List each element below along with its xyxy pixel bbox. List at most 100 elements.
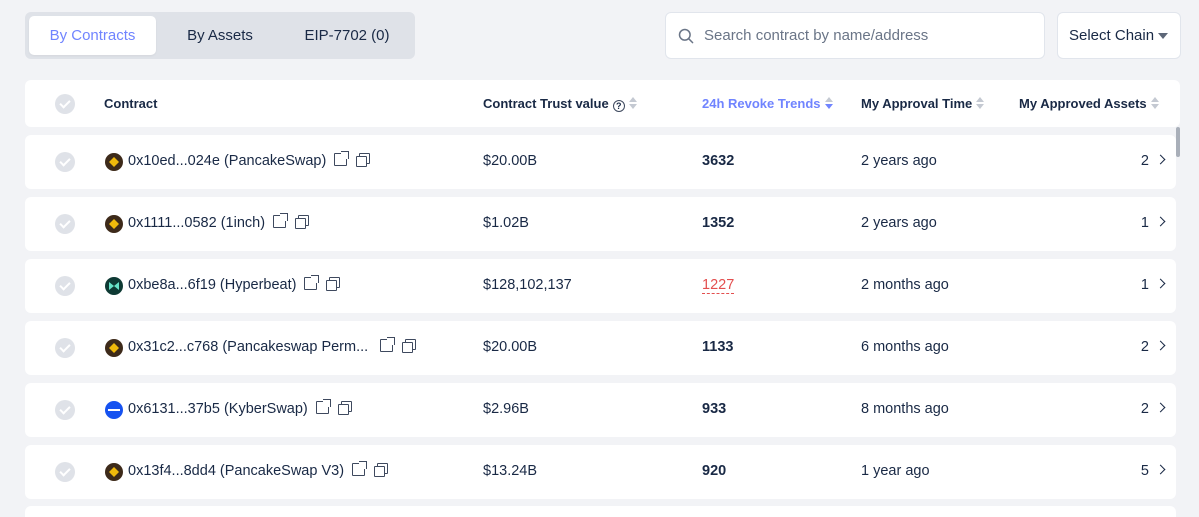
header-revoke-trends[interactable]: 24h Revoke Trends — [702, 96, 833, 111]
kyberswap-logo — [105, 401, 123, 419]
revoke-trend-value: 920 — [702, 463, 727, 479]
contract-name: 0xbe8a...6f19 (Hyperbeat) — [128, 277, 297, 293]
approved-assets-count: 1 — [1140, 277, 1149, 293]
approved-assets-count: 1 — [1140, 215, 1149, 231]
contract-cell: 0x10ed...024e (PancakeSwap) — [128, 151, 371, 169]
trust-value: $1.02B — [483, 215, 529, 231]
row-checkbox[interactable] — [55, 276, 75, 296]
help-icon[interactable]: ? — [612, 100, 625, 112]
tab-eip-7702[interactable]: EIP-7702 (0) — [287, 16, 407, 55]
approval-time: 1 year ago — [861, 463, 930, 479]
copy-icon[interactable] — [295, 215, 310, 229]
revoke-trend-value[interactable]: 1227 — [702, 277, 735, 294]
contract-name: 0x6131...37b5 (KyberSwap) — [128, 401, 308, 417]
select-all-checkbox[interactable] — [55, 94, 75, 114]
sort-icon[interactable] — [976, 97, 985, 109]
approval-time: 2 years ago — [861, 215, 937, 231]
hyperbeat-logo — [105, 277, 123, 295]
search-icon — [678, 28, 694, 44]
header-contract: Contract — [104, 96, 158, 111]
trust-value: $20.00B — [483, 339, 538, 355]
chevron-right-icon[interactable] — [1155, 402, 1166, 413]
contract-name: 0x13f4...8dd4 (PancakeSwap V3) — [128, 463, 345, 479]
trust-value: $128,102,137 — [483, 277, 572, 293]
scrollbar-thumb[interactable] — [1176, 127, 1180, 157]
pancakeswap-logo — [105, 339, 123, 357]
approved-assets-count: 2 — [1140, 339, 1149, 355]
table-row[interactable]: 0x10ed...024e (PancakeSwap) $20.00B 3632… — [25, 135, 1176, 189]
chevron-right-icon[interactable] — [1155, 278, 1166, 289]
copy-icon[interactable] — [326, 277, 341, 291]
contract-name: 0x10ed...024e (PancakeSwap) — [128, 153, 327, 169]
revoke-trend-value: 933 — [702, 401, 727, 417]
chevron-right-icon[interactable] — [1155, 464, 1166, 475]
approval-time: 2 years ago — [861, 153, 937, 169]
1inch-logo — [105, 215, 123, 233]
table-row[interactable]: 0x31c2...c768 (Pancakeswap Perm... $20.0… — [25, 321, 1176, 375]
header-trend-label: 24h Revoke Trends — [702, 96, 821, 111]
copy-icon[interactable] — [337, 401, 352, 415]
row-checkbox[interactable] — [55, 214, 75, 234]
chevron-right-icon[interactable] — [1155, 340, 1166, 351]
external-link-icon[interactable] — [380, 337, 396, 352]
contract-cell: 0x31c2...c768 (Pancakeswap Perm... — [128, 337, 417, 355]
table-header: Contract Contract Trust value? 24h Revok… — [25, 80, 1180, 127]
header-trust-value[interactable]: Contract Trust value? — [483, 96, 637, 112]
external-link-icon[interactable] — [304, 275, 320, 290]
approval-time: 2 months ago — [861, 277, 949, 293]
header-time-label: My Approval Time — [861, 96, 973, 111]
row-checkbox[interactable] — [55, 338, 75, 358]
tab-by-assets[interactable]: By Assets — [165, 16, 275, 55]
select-chain-dropdown[interactable]: Select Chain — [1057, 12, 1181, 59]
copy-icon[interactable] — [356, 153, 371, 167]
table-row[interactable]: 0x6131...37b5 (KyberSwap) $2.96B 933 8 m… — [25, 383, 1176, 437]
table-row[interactable]: 0x13f4...8dd4 (PancakeSwap V3) $13.24B 9… — [25, 445, 1176, 499]
copy-icon[interactable] — [374, 463, 389, 477]
contract-cell: 0x6131...37b5 (KyberSwap) — [128, 399, 352, 417]
search-box — [665, 12, 1045, 59]
table-row[interactable]: 0x1111...0582 (1inch) $1.02B 1352 2 year… — [25, 197, 1176, 251]
sort-icon[interactable] — [824, 97, 833, 109]
chevron-right-icon[interactable] — [1155, 154, 1166, 165]
external-link-icon[interactable] — [352, 461, 368, 476]
header-approved-assets[interactable]: My Approved Assets — [1019, 96, 1159, 111]
trust-value: $2.96B — [483, 401, 529, 417]
approved-assets-count: 2 — [1140, 153, 1149, 169]
external-link-icon[interactable] — [273, 213, 289, 228]
sort-icon[interactable] — [1150, 97, 1159, 109]
select-chain-label: Select Chain — [1069, 27, 1155, 44]
revoke-trend-value: 3632 — [702, 153, 735, 169]
header-approval-time[interactable]: My Approval Time — [861, 96, 985, 111]
contract-name: 0x1111...0582 (1inch) — [128, 215, 266, 231]
copy-icon[interactable] — [402, 339, 417, 353]
pancakeswap-logo — [105, 463, 123, 481]
pancakeswap-logo — [105, 153, 123, 171]
revoke-trend-value: 1133 — [702, 339, 734, 355]
approval-time: 6 months ago — [861, 339, 949, 355]
external-link-icon[interactable] — [334, 151, 350, 166]
table-row — [25, 506, 1176, 517]
row-checkbox[interactable] — [55, 400, 75, 420]
contract-name: 0x31c2...c768 (Pancakeswap Perm... — [128, 339, 369, 355]
contract-cell: 0x1111...0582 (1inch) — [128, 213, 310, 231]
row-checkbox[interactable] — [55, 152, 75, 172]
chevron-right-icon[interactable] — [1155, 216, 1166, 227]
sort-icon[interactable] — [628, 97, 637, 109]
search-input[interactable] — [704, 13, 1034, 58]
trust-value: $13.24B — [483, 463, 538, 479]
contract-cell: 0xbe8a...6f19 (Hyperbeat) — [128, 275, 341, 293]
row-checkbox[interactable] — [55, 462, 75, 482]
tab-by-contracts[interactable]: By Contracts — [29, 16, 156, 55]
header-trust-label: Contract Trust value — [483, 96, 609, 111]
approved-assets-count: 2 — [1140, 401, 1149, 417]
table-row[interactable]: 0xbe8a...6f19 (Hyperbeat) $128,102,137 1… — [25, 259, 1176, 313]
caret-down-icon — [1158, 33, 1168, 39]
approval-time: 8 months ago — [861, 401, 949, 417]
header-assets-label: My Approved Assets — [1019, 96, 1147, 111]
view-tabs: By Contracts By Assets EIP-7702 (0) — [25, 12, 415, 59]
contract-cell: 0x13f4...8dd4 (PancakeSwap V3) — [128, 461, 389, 479]
revoke-trend-value: 1352 — [702, 215, 735, 231]
trust-value: $20.00B — [483, 153, 538, 169]
approved-assets-count: 5 — [1140, 463, 1149, 479]
external-link-icon[interactable] — [315, 399, 331, 414]
